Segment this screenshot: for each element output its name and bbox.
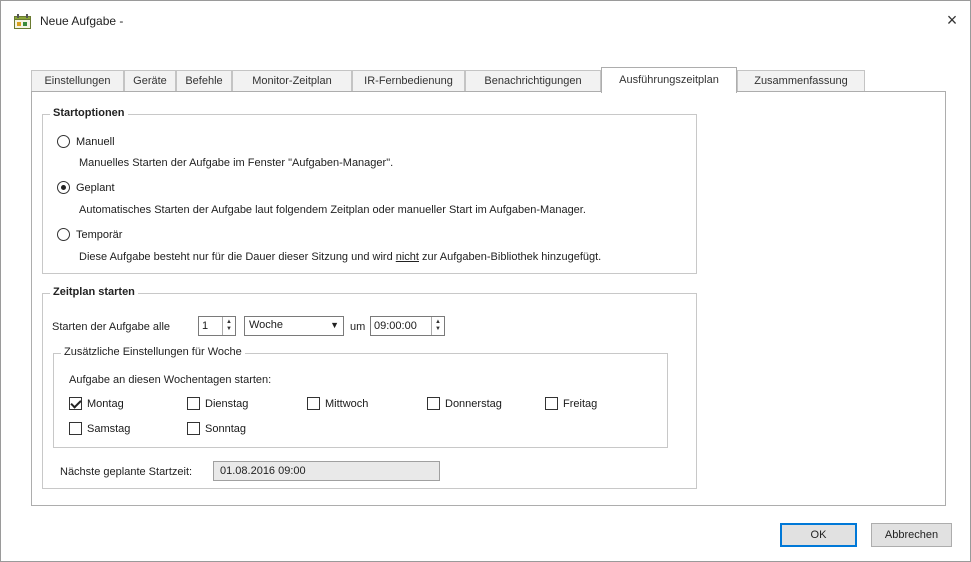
checkbox-freitag-label: Freitag bbox=[563, 397, 598, 410]
tab-benachrichtigungen[interactable]: Benachrichtigungen bbox=[465, 70, 601, 92]
temporary-description-start: Diese Aufgabe besteht nur für die Dauer … bbox=[79, 251, 396, 263]
radio-scheduled[interactable]: Geplant bbox=[57, 181, 115, 194]
radio-temporary-circle[interactable] bbox=[57, 228, 70, 241]
checkbox-sonntag-label: Sonntag bbox=[205, 422, 246, 435]
radio-scheduled-label: Geplant bbox=[76, 181, 115, 194]
tab-befehle[interactable]: Befehle bbox=[176, 70, 232, 92]
checkbox-dienstag-box[interactable] bbox=[187, 397, 200, 410]
checkbox-samstag-label: Samstag bbox=[87, 422, 131, 435]
interval-stepper[interactable]: 1 ▲ ▼ bbox=[198, 316, 236, 336]
radio-manual-label: Manuell bbox=[76, 135, 115, 148]
weekly-settings-legend: Zusätzliche Einstellungen für Woche bbox=[61, 346, 245, 358]
window-title: Neue Aufgabe - bbox=[40, 14, 124, 28]
next-start-label: Nächste geplante Startzeit: bbox=[60, 466, 193, 478]
scheduled-description: Automatisches Starten der Aufgabe laut f… bbox=[79, 204, 586, 216]
weekly-settings-group: Zusätzliche Einstellungen für Woche Aufg… bbox=[53, 346, 668, 448]
cancel-button[interactable]: Abbrechen bbox=[871, 523, 952, 547]
ok-button[interactable]: OK bbox=[780, 523, 857, 547]
at-label: um bbox=[350, 321, 366, 333]
tab-ausfuehrungszeitplan[interactable]: Ausführungszeitplan bbox=[601, 67, 737, 93]
checkbox-montag-box[interactable] bbox=[69, 397, 82, 410]
task-app-icon bbox=[14, 14, 31, 29]
checkbox-mittwoch-label: Mittwoch bbox=[325, 397, 369, 410]
start-options-group: Startoptionen Manuell Manuelles Starten … bbox=[42, 107, 697, 274]
interval-unit-select[interactable]: Woche ▼ bbox=[244, 316, 344, 336]
interval-unit-value: Woche bbox=[249, 319, 284, 331]
checkbox-donnerstag-box[interactable] bbox=[427, 397, 440, 410]
tab-zusammenfassung[interactable]: Zusammenfassung bbox=[737, 70, 865, 92]
checkbox-mittwoch[interactable]: Mittwoch bbox=[307, 397, 368, 410]
tab-einstellungen[interactable]: Einstellungen bbox=[31, 70, 124, 92]
radio-temporary[interactable]: Temporär bbox=[57, 228, 122, 241]
start-options-legend: Startoptionen bbox=[50, 107, 128, 119]
time-value[interactable]: 09:00:00 bbox=[371, 317, 431, 335]
next-start-field: 01.08.2016 09:00 bbox=[213, 461, 440, 481]
checkbox-dienstag[interactable]: Dienstag bbox=[187, 397, 248, 410]
checkbox-donnerstag[interactable]: Donnerstag bbox=[427, 397, 502, 410]
title-bar: Neue Aufgabe - × bbox=[1, 1, 970, 39]
radio-scheduled-circle[interactable] bbox=[57, 181, 70, 194]
tab-monitor-zeitplan[interactable]: Monitor-Zeitplan bbox=[232, 70, 352, 92]
checkbox-sonntag[interactable]: Sonntag bbox=[187, 422, 246, 435]
interval-value[interactable]: 1 bbox=[199, 317, 222, 335]
checkbox-samstag-box[interactable] bbox=[69, 422, 82, 435]
manual-description: Manuelles Starten der Aufgabe im Fenster… bbox=[79, 157, 394, 169]
radio-temporary-label: Temporär bbox=[76, 228, 123, 241]
checkbox-donnerstag-label: Donnerstag bbox=[445, 397, 502, 410]
schedule-legend: Zeitplan starten bbox=[50, 286, 138, 298]
checkbox-mittwoch-box[interactable] bbox=[307, 397, 320, 410]
temporary-description-end: zur Aufgaben-Bibliothek hinzugefügt. bbox=[419, 251, 602, 263]
weekdays-label: Aufgabe an diesen Wochentagen starten: bbox=[69, 374, 272, 386]
close-button[interactable]: × bbox=[939, 8, 965, 34]
checkbox-freitag[interactable]: Freitag bbox=[545, 397, 597, 410]
checkbox-sonntag-box[interactable] bbox=[187, 422, 200, 435]
temporary-description-emphasis: nicht bbox=[395, 251, 419, 263]
tab-panel-ausfuehrungszeitplan: Startoptionen Manuell Manuelles Starten … bbox=[31, 91, 946, 506]
tab-ir-fernbedienung[interactable]: IR-Fernbedienung bbox=[352, 70, 465, 92]
radio-manual[interactable]: Manuell bbox=[57, 135, 115, 148]
radio-manual-circle[interactable] bbox=[57, 135, 70, 148]
checkbox-montag[interactable]: Montag bbox=[69, 397, 124, 410]
start-every-label: Starten der Aufgabe alle bbox=[52, 321, 171, 333]
checkbox-dienstag-label: Dienstag bbox=[205, 397, 249, 410]
tab-geraete[interactable]: Geräte bbox=[124, 70, 176, 92]
dialog-window: Neue Aufgabe - × Einstellungen Geräte Be… bbox=[0, 0, 971, 562]
checkbox-freitag-box[interactable] bbox=[545, 397, 558, 410]
time-stepper-arrows-icon[interactable]: ▲ ▼ bbox=[431, 317, 444, 335]
chevron-down-icon: ▼ bbox=[330, 320, 339, 330]
schedule-group: Zeitplan starten Starten der Aufgabe all… bbox=[42, 286, 697, 489]
checkbox-montag-label: Montag bbox=[87, 397, 124, 410]
time-stepper[interactable]: 09:00:00 ▲ ▼ bbox=[370, 316, 445, 336]
stepper-arrows-icon[interactable]: ▲ ▼ bbox=[222, 317, 235, 335]
temporary-description: Diese Aufgabe besteht nur für die Dauer … bbox=[79, 251, 601, 263]
checkbox-samstag[interactable]: Samstag bbox=[69, 422, 130, 435]
